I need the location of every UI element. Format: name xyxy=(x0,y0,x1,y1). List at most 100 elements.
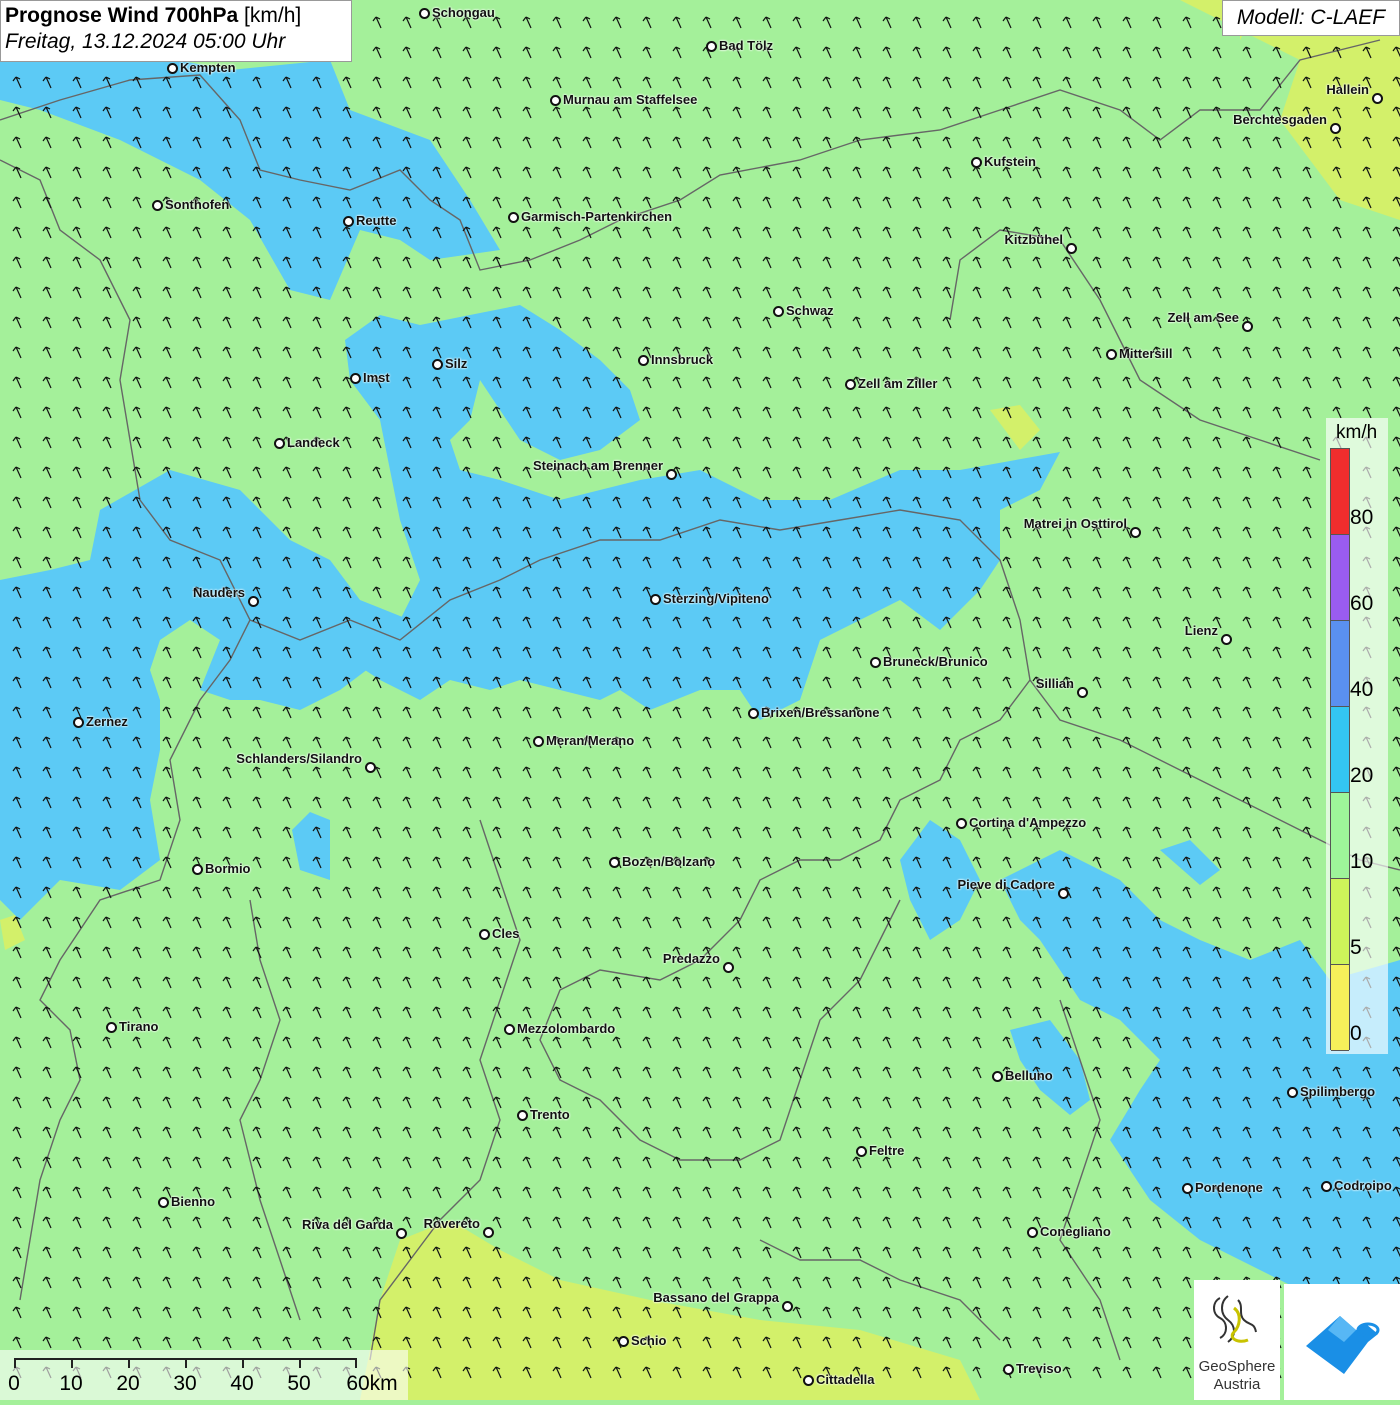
city-label: Landeck xyxy=(287,435,340,450)
city-label: Predazzo xyxy=(662,951,720,966)
city-label: Bruneck/Brunico xyxy=(883,654,988,669)
scale-bar: 0 10 20 30 40 50 60km xyxy=(0,1350,408,1400)
city-label: Cittadella xyxy=(816,1372,875,1387)
city-label: Treviso xyxy=(1016,1361,1062,1376)
city-marker xyxy=(152,200,163,211)
scale-label: 0 xyxy=(8,1372,20,1395)
city-marker xyxy=(419,8,430,19)
legend-band-label: 40 xyxy=(1350,678,1374,701)
model-label: Modell: C-LAEF xyxy=(1222,0,1400,36)
city-marker xyxy=(158,1197,169,1208)
geosphere-name: GeoSphere Austria xyxy=(1194,1358,1280,1394)
city-marker xyxy=(992,1071,1003,1082)
city-marker xyxy=(106,1022,117,1033)
legend-band-label: 5 xyxy=(1350,936,1362,959)
city-marker xyxy=(533,736,544,747)
city-marker xyxy=(956,818,967,829)
legend-band-label: 20 xyxy=(1350,764,1374,787)
scale-tick xyxy=(14,1358,16,1368)
city-label: Mittersill xyxy=(1119,346,1173,361)
city-label: Kitzbühel xyxy=(1004,232,1064,247)
city-label: Kempten xyxy=(180,60,236,75)
city-label: Belluno xyxy=(1005,1068,1053,1083)
city-marker xyxy=(638,355,649,366)
city-marker xyxy=(73,717,84,728)
city-marker xyxy=(1066,243,1077,254)
legend-band xyxy=(1331,535,1349,621)
color-legend: km/h 80 60 40 20 10 5 0 xyxy=(1326,418,1388,1054)
geosphere-line2: Austria xyxy=(1213,1376,1261,1393)
scale-label: 40 xyxy=(230,1372,254,1395)
city-marker xyxy=(856,1146,867,1157)
city-label: Imst xyxy=(363,370,390,385)
city-marker xyxy=(971,157,982,168)
scale-tick xyxy=(128,1358,130,1368)
scale-label: 30 xyxy=(173,1372,197,1395)
city-marker xyxy=(550,95,561,106)
city-marker xyxy=(1130,527,1141,538)
city-marker xyxy=(350,373,361,384)
geosphere-swirl-icon xyxy=(1213,1295,1257,1343)
city-marker xyxy=(1058,888,1069,899)
city-label: Murnau am Staffelsee xyxy=(563,92,698,107)
scale-label: 60km xyxy=(346,1372,398,1395)
city-marker xyxy=(723,962,734,973)
legend-band xyxy=(1331,879,1349,965)
city-marker xyxy=(274,438,285,449)
city-marker xyxy=(870,657,881,668)
city-marker xyxy=(706,41,717,52)
city-marker xyxy=(508,212,519,223)
city-label: Innsbruck xyxy=(651,352,714,367)
city-label: Garmisch-Partenkirchen xyxy=(521,209,673,224)
city-marker xyxy=(773,306,784,317)
city-label: Steinach am Brenner xyxy=(532,458,663,473)
city-marker xyxy=(1287,1087,1298,1098)
city-marker xyxy=(432,359,443,370)
city-marker xyxy=(782,1301,793,1312)
city-label: Zell am See xyxy=(1167,310,1239,325)
city-label: Brixen/Bressanone xyxy=(761,705,880,720)
city-marker xyxy=(1242,321,1253,332)
city-marker xyxy=(365,762,376,773)
city-label: Hallein xyxy=(1326,82,1369,97)
city-label: Schio xyxy=(631,1333,667,1348)
city-marker xyxy=(396,1228,407,1239)
city-label: Bozen/Bolzano xyxy=(622,854,716,869)
city-marker xyxy=(483,1227,494,1238)
title-unit: [km/h] xyxy=(244,4,302,27)
legend-band xyxy=(1331,449,1349,535)
legend-band xyxy=(1331,707,1349,793)
city-marker xyxy=(1077,687,1088,698)
legend-band-label: 0 xyxy=(1350,1022,1362,1045)
city-label: Nauders xyxy=(192,585,245,600)
city-label: Berchtesgaden xyxy=(1233,112,1327,127)
map-title: Prognose Wind 700hPa [km/h] xyxy=(5,4,347,28)
city-label: Pieve di Cadore xyxy=(957,877,1055,892)
city-label: Lienz xyxy=(1184,623,1218,638)
city-marker xyxy=(748,708,759,719)
city-marker xyxy=(167,63,178,74)
city-label: Bassano del Grappa xyxy=(653,1290,779,1305)
city-label: Silz xyxy=(445,356,468,371)
legend-band xyxy=(1331,793,1349,879)
city-label: Bienno xyxy=(171,1194,216,1209)
weather-app-logo xyxy=(1284,1284,1400,1400)
city-marker xyxy=(609,857,620,868)
city-marker xyxy=(1221,634,1232,645)
city-label: Spilimbergo xyxy=(1300,1084,1376,1099)
city-label: Bad Tölz xyxy=(719,38,774,53)
city-label: Schwaz xyxy=(786,303,834,318)
city-marker xyxy=(248,596,259,607)
city-label: Tirano xyxy=(119,1019,159,1034)
city-label: Bormio xyxy=(205,861,251,876)
city-label: Conegliano xyxy=(1040,1224,1111,1239)
city-marker xyxy=(618,1336,629,1347)
mountain-cloud-icon xyxy=(1306,1316,1380,1374)
city-label: Mezzolombardo xyxy=(517,1021,616,1036)
city-marker xyxy=(479,929,490,940)
city-marker xyxy=(1321,1181,1332,1192)
city-marker xyxy=(192,864,203,875)
city-marker xyxy=(1372,93,1383,104)
city-label: Zernez xyxy=(86,714,128,729)
city-label: Codroipo xyxy=(1334,1178,1392,1193)
